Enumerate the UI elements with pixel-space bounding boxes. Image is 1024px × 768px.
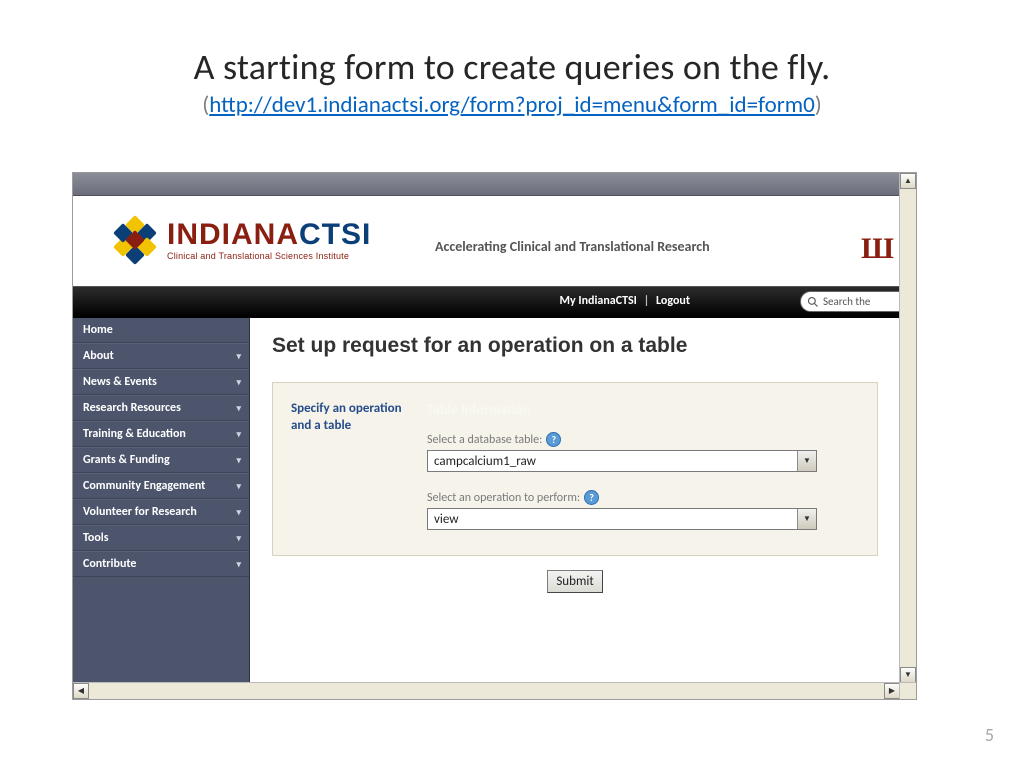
sidebar-item-label: Contribute <box>83 557 136 571</box>
table-field-label-text: Select a database table: <box>427 433 542 447</box>
chevron-down-icon: ▾ <box>236 533 241 544</box>
source-url-link[interactable]: http://dev1.indianactsi.org/form?proj_id… <box>209 91 815 119</box>
sidebar-nav: Home About ▾ News & Events ▾ Research Re… <box>73 318 249 683</box>
utility-links: My IndianaCTSI | Logout <box>560 294 690 308</box>
sidebar-item-label: Grants & Funding <box>83 453 170 467</box>
sidebar-item-grants-funding[interactable]: Grants & Funding ▾ <box>73 447 249 473</box>
search-icon <box>807 296 819 308</box>
form-panel: Specify an operation and a table Table I… <box>272 382 878 556</box>
brand-word-indiana: INDIANA <box>167 220 299 250</box>
chevron-down-icon: ▾ <box>236 481 241 492</box>
sidebar-item-label: Volunteer for Research <box>83 505 197 519</box>
site-header: INDIANACTSI Clinical and Translational S… <box>73 196 900 286</box>
sidebar-item-label: Tools <box>83 531 109 545</box>
slide-number: 5 <box>985 724 994 746</box>
slide-title: A starting form to create queries on the… <box>0 0 1024 89</box>
page-heading: Set up request for an operation on a tab… <box>272 334 878 358</box>
chevron-down-icon: ▾ <box>236 559 241 570</box>
site-logo[interactable]: INDIANACTSI Clinical and Translational S… <box>113 218 371 262</box>
help-icon[interactable]: ? <box>546 432 561 447</box>
brand-text: INDIANACTSI Clinical and Translational S… <box>167 220 371 261</box>
table-select-value: campcalcium1_raw <box>434 454 536 469</box>
chevron-down-icon: ▾ <box>236 403 241 414</box>
site-tagline: Accelerating Clinical and Translational … <box>435 238 710 255</box>
logo-hex-icon <box>113 218 157 262</box>
sidebar-item-tools[interactable]: Tools ▾ <box>73 525 249 551</box>
sidebar-item-home[interactable]: Home <box>73 318 249 343</box>
operation-field-label: Select an operation to perform: ? <box>427 490 859 505</box>
table-select[interactable]: campcalcium1_raw ▼ <box>427 450 817 472</box>
operation-field-label-text: Select an operation to perform: <box>427 491 580 505</box>
sidebar-item-label: Research Resources <box>83 401 181 415</box>
link-separator: | <box>644 294 650 308</box>
chevron-down-icon: ▼ <box>797 509 816 529</box>
operation-select[interactable]: view ▼ <box>427 508 817 530</box>
chevron-down-icon: ▾ <box>236 429 241 440</box>
sidebar-item-label: Training & Education <box>83 427 186 441</box>
chevron-down-icon: ▾ <box>236 377 241 388</box>
screenshot-viewport: INDIANACTSI Clinical and Translational S… <box>73 173 900 683</box>
sidebar-item-label: Community Engagement <box>83 479 205 493</box>
brand-word-ctsi: CTSI <box>299 220 371 250</box>
chevron-down-icon: ▾ <box>236 507 241 518</box>
operation-select-value: view <box>434 512 459 527</box>
main-panel: Set up request for an operation on a tab… <box>249 318 900 683</box>
vertical-scrollbar[interactable]: ▲ ▼ <box>899 173 916 683</box>
sidebar-item-research-resources[interactable]: Research Resources ▾ <box>73 395 249 421</box>
sidebar-item-volunteer-research[interactable]: Volunteer for Research ▾ <box>73 499 249 525</box>
scrollbar-corner <box>899 682 916 699</box>
scroll-down-button[interactable]: ▼ <box>900 667 916 683</box>
brand-subtitle: Clinical and Translational Sciences Inst… <box>167 252 371 261</box>
slide: A starting form to create queries on the… <box>0 0 1024 768</box>
scroll-left-button[interactable]: ◀ <box>73 683 89 699</box>
sidebar-item-about[interactable]: About ▾ <box>73 343 249 369</box>
paren-close: ) <box>815 91 822 119</box>
sidebar-item-contribute[interactable]: Contribute ▾ <box>73 551 249 577</box>
table-field-label: Select a database table: ? <box>427 432 859 447</box>
sidebar-item-community-engagement[interactable]: Community Engagement ▾ <box>73 473 249 499</box>
submit-row: Submit <box>272 570 878 593</box>
scroll-up-button[interactable]: ▲ <box>900 173 916 189</box>
form-section-title: Table Information <box>427 401 859 418</box>
chevron-down-icon: ▾ <box>236 455 241 466</box>
link-my-indianactsi[interactable]: My IndianaCTSI <box>560 294 637 308</box>
slide-subtitle: (http://dev1.indianactsi.org/form?proj_i… <box>0 91 1024 119</box>
help-icon[interactable]: ? <box>584 490 599 505</box>
submit-button[interactable]: Submit <box>547 570 602 593</box>
iu-trident-icon: Ш <box>861 232 894 266</box>
utility-bar: My IndianaCTSI | Logout Search the <box>73 286 900 318</box>
chevron-down-icon: ▼ <box>797 451 816 471</box>
scroll-right-button[interactable]: ▶ <box>884 683 900 699</box>
sidebar-item-label: Home <box>83 323 113 337</box>
sidebar-item-label: About <box>83 349 114 363</box>
screenshot-frame: INDIANACTSI Clinical and Translational S… <box>72 172 917 700</box>
sidebar-item-news-events[interactable]: News & Events ▾ <box>73 369 249 395</box>
sidebar-item-label: News & Events <box>83 375 157 389</box>
content-area: Home About ▾ News & Events ▾ Research Re… <box>73 318 900 683</box>
search-placeholder: Search the <box>823 295 870 308</box>
link-logout[interactable]: Logout <box>656 294 690 308</box>
search-input[interactable]: Search the <box>800 291 900 312</box>
window-top-strip <box>73 173 900 196</box>
sidebar-item-training-education[interactable]: Training & Education ▾ <box>73 421 249 447</box>
step-label: Specify an operation and a table <box>291 401 427 537</box>
horizontal-scrollbar[interactable]: ◀ ▶ <box>73 682 900 699</box>
chevron-down-icon: ▾ <box>236 351 241 362</box>
